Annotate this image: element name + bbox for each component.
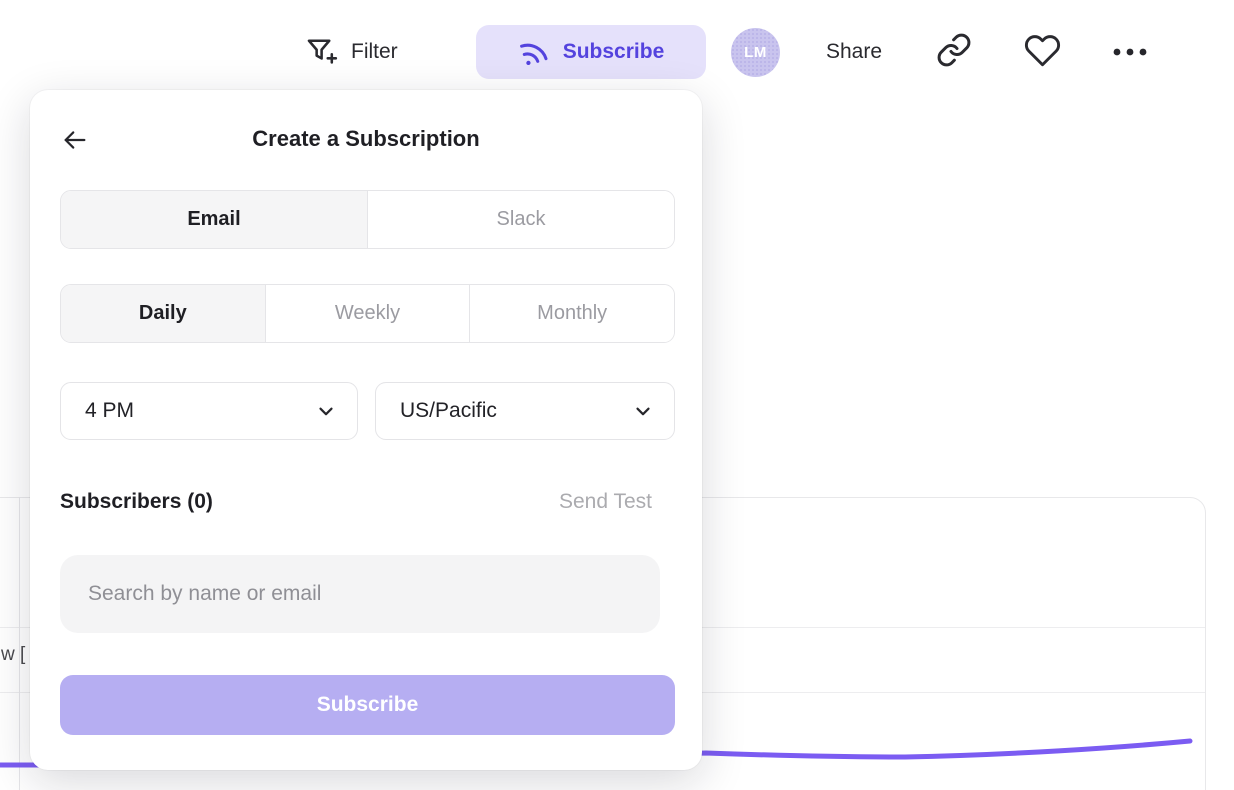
channel-tabs: Email Slack <box>60 190 675 249</box>
subscribe-toolbar-label: Subscribe <box>563 40 665 64</box>
rss-icon <box>514 32 554 72</box>
tab-weekly[interactable]: Weekly <box>265 285 470 342</box>
tab-email[interactable]: Email <box>61 191 367 248</box>
filter-icon <box>303 34 339 70</box>
send-test-button[interactable]: Send Test <box>559 490 652 514</box>
subscribers-count-label: Subscribers (0) <box>60 490 213 514</box>
more-options-button[interactable] <box>1111 40 1149 64</box>
tab-slack[interactable]: Slack <box>367 191 674 248</box>
subscribe-submit-button[interactable]: Subscribe <box>60 675 675 735</box>
time-select-value: 4 PM <box>85 399 134 423</box>
tab-daily[interactable]: Daily <box>61 285 265 342</box>
frequency-tabs: Daily Weekly Monthly <box>60 284 675 343</box>
filter-label: Filter <box>351 40 398 64</box>
app-screen: w [ Filter Subscribe <box>0 0 1234 790</box>
time-select[interactable]: 4 PM <box>60 382 358 440</box>
tab-monthly[interactable]: Monthly <box>469 285 674 342</box>
create-subscription-modal: Create a Subscription Email Slack Daily … <box>30 90 702 770</box>
favorite-button[interactable] <box>1024 32 1061 69</box>
chevron-down-icon <box>632 400 654 422</box>
timezone-select[interactable]: US/Pacific <box>375 382 675 440</box>
timezone-select-value: US/Pacific <box>400 399 497 423</box>
avatar[interactable]: LM <box>731 28 780 77</box>
chevron-down-icon <box>315 400 337 422</box>
subscriber-search-input[interactable] <box>60 555 660 633</box>
modal-title: Create a Subscription <box>30 126 702 152</box>
copy-link-button[interactable] <box>936 32 972 68</box>
subscribe-toolbar-button[interactable]: Subscribe <box>476 25 706 79</box>
background-row-text-fragment: w [ <box>1 644 25 666</box>
share-button[interactable]: Share <box>826 30 882 74</box>
subscribers-row: Subscribers (0) Send Test <box>60 490 675 518</box>
share-label: Share <box>826 40 882 64</box>
link-icon <box>936 32 972 68</box>
avatar-initials: LM <box>744 44 767 61</box>
filter-button[interactable]: Filter <box>303 30 398 74</box>
ellipsis-icon <box>1111 40 1149 64</box>
toolbar: Filter Subscribe LM Share <box>0 0 1234 104</box>
heart-icon <box>1024 32 1061 69</box>
